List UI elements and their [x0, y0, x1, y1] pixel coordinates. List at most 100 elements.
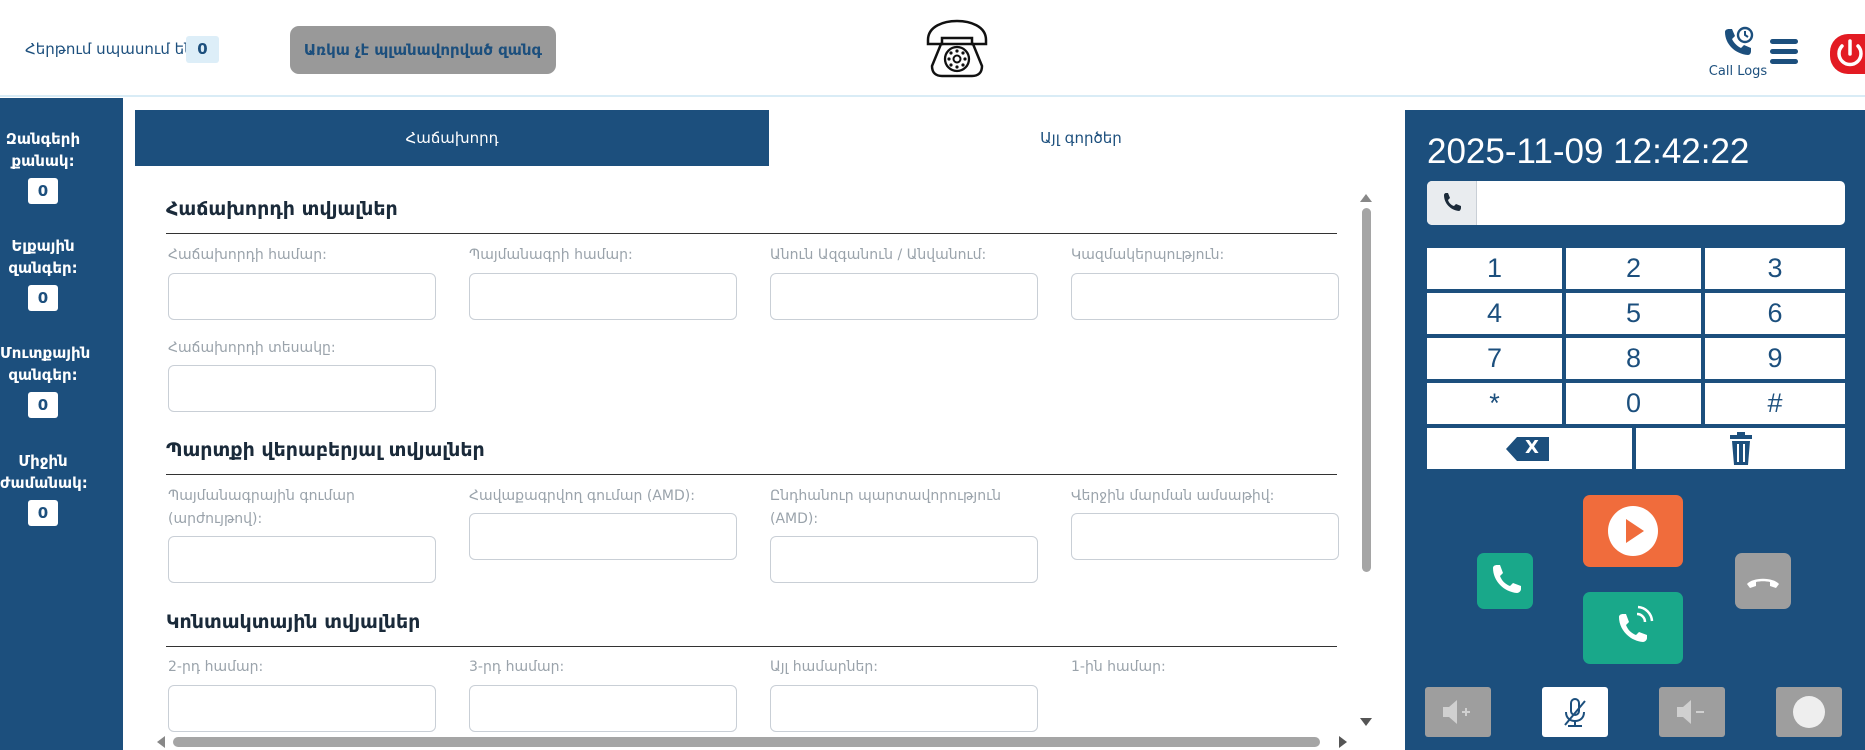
menu-icon[interactable]: [1770, 36, 1798, 68]
trash-icon: [1730, 432, 1752, 465]
tab-other-tasks[interactable]: Այլ գործեր: [769, 110, 1393, 166]
full-name-field[interactable]: [770, 273, 1038, 320]
key-star[interactable]: *: [1427, 383, 1562, 424]
volume-up-button[interactable]: [1425, 687, 1491, 737]
section-divider: [166, 474, 1337, 475]
contract-amount-label: Պայմանագրային գումար (արժույթով):: [168, 488, 355, 527]
contract-number-label: Պայմանագրի համար:: [469, 247, 633, 263]
stat-total-calls: Զանգերի քանակ: 0: [0, 128, 86, 204]
stat-incoming-calls: Մուտքային զանգեր: 0: [0, 342, 90, 418]
stat-label-line1: Ելքային: [11, 237, 75, 255]
stat-label-line1: Զանգերի: [5, 130, 81, 148]
mic-off-icon: [1564, 698, 1586, 727]
key-7[interactable]: 7: [1427, 338, 1562, 379]
third-number-field[interactable]: [469, 685, 737, 732]
section-divider: [166, 233, 1337, 234]
key-8[interactable]: 8: [1566, 338, 1701, 379]
scheduled-call-button[interactable]: Առկա չէ պլանավորված զանգ: [290, 26, 556, 74]
play-icon: [1608, 506, 1658, 556]
stat-outgoing-calls: Ելքային զանգեր: 0: [0, 235, 86, 311]
customer-number-label: Հաճախորդի համար:: [168, 247, 327, 263]
current-datetime: 2025-11-09 12:42:22: [1427, 132, 1750, 171]
collectible-amount-field[interactable]: [469, 513, 737, 560]
other-numbers-field[interactable]: [770, 685, 1038, 732]
section-title-customer: Հաճախորդի տվյալներ: [166, 198, 398, 220]
key-2[interactable]: 2: [1566, 248, 1701, 289]
vertical-scrollbar-thumb[interactable]: [1362, 208, 1371, 572]
key-0[interactable]: 0: [1566, 383, 1701, 424]
hangup-button[interactable]: [1735, 553, 1791, 609]
queue-label: Հերթում սպասում են:: [25, 40, 199, 58]
last-payment-date-field[interactable]: [1071, 513, 1339, 560]
record-button[interactable]: [1776, 687, 1842, 737]
record-icon: [1793, 696, 1825, 728]
phone-field-icon-box: [1427, 181, 1477, 225]
key-3[interactable]: 3: [1705, 248, 1845, 289]
call-logs-icon: [1725, 26, 1754, 55]
phone-number-field[interactable]: [1427, 181, 1845, 225]
tab-customer[interactable]: Հաճախորդ: [135, 110, 769, 166]
stat-count: 0: [28, 392, 58, 418]
customer-form: Հաճախորդի տվյալներ Հաճախորդի համար: Պայմ…: [135, 166, 1393, 750]
key-hash[interactable]: #: [1705, 383, 1845, 424]
total-liability-field[interactable]: [770, 536, 1038, 583]
total-liability-label: Ընդհանուր պարտավորություն (AMD):: [770, 488, 1002, 527]
dialer-panel: 2025-11-09 12:42:22 1 2 3 4 5 6 7 8 9 * …: [1405, 110, 1865, 750]
call-button[interactable]: [1477, 553, 1533, 609]
play-button[interactable]: [1583, 495, 1683, 567]
stat-count: 0: [28, 500, 58, 526]
scroll-right-arrow[interactable]: [1339, 736, 1347, 748]
stat-average-time: Միջին ժամանակ: 0: [0, 450, 88, 526]
scroll-left-arrow[interactable]: [157, 736, 165, 748]
stat-label-line1: Մուտքային: [0, 344, 91, 362]
volume-down-button[interactable]: [1659, 687, 1725, 737]
power-icon: [1837, 39, 1863, 67]
power-button[interactable]: [1830, 34, 1865, 74]
second-number-field[interactable]: [168, 685, 436, 732]
call-center-app: Հերթում սպասում են: 0 Առկա չէ պլանավորվա…: [0, 0, 1865, 750]
full-name-label: Անուն Ազգանուն / Անվանում:: [770, 247, 987, 263]
key-4[interactable]: 4: [1427, 293, 1562, 334]
phone-logo-icon: [926, 19, 988, 78]
scroll-down-arrow[interactable]: [1360, 718, 1372, 726]
customer-number-field[interactable]: [168, 273, 436, 320]
phone-icon: [1493, 565, 1521, 593]
organization-label: Կազմակերպություն:: [1071, 247, 1225, 263]
last-payment-date-label: Վերջին մարման ամսաթիվ:: [1071, 488, 1275, 504]
stat-count: 0: [28, 178, 58, 204]
mute-mic-button[interactable]: [1542, 687, 1608, 737]
scroll-up-arrow[interactable]: [1360, 194, 1372, 202]
volume-down-icon: [1677, 700, 1704, 724]
stat-label-line2: զանգեր:: [8, 259, 78, 277]
horizontal-scrollbar-thumb[interactable]: [173, 737, 1320, 747]
volume-up-icon: [1443, 700, 1470, 724]
queue-count-badge: 0: [186, 36, 219, 63]
key-5[interactable]: 5: [1566, 293, 1701, 334]
contract-number-field[interactable]: [469, 273, 737, 320]
stat-count: 0: [28, 285, 58, 311]
key-9[interactable]: 9: [1705, 338, 1845, 379]
contract-amount-field[interactable]: [168, 536, 436, 583]
top-bar: Հերթում սպասում են: 0 Առկա չէ պլանավորվա…: [0, 0, 1865, 97]
stat-label-line2: ժամանակ:: [0, 474, 88, 492]
stat-label-line1: Միջին: [18, 452, 68, 470]
first-number-label: 1-ին համար:: [1071, 659, 1166, 675]
section-title-debt: Պարտքի վերաբերյալ տվյալներ: [166, 439, 485, 461]
key-6[interactable]: 6: [1705, 293, 1845, 334]
section-divider: [166, 646, 1337, 647]
key-1[interactable]: 1: [1427, 248, 1562, 289]
collectible-amount-label: Հավաքագրվող գումար (AMD):: [469, 488, 695, 504]
phone-ringing-icon: [1619, 605, 1654, 642]
stats-sidebar: Զանգերի քանակ: 0 Ելքային զանգեր: 0 Մուտք…: [0, 98, 123, 750]
phone-icon: [1444, 193, 1461, 211]
third-number-label: 3-րդ համար:: [469, 659, 565, 675]
stat-label-line2: զանգեր:: [8, 366, 78, 384]
main-panel: Հաճախորդ Այլ գործեր Հաճախորդի տվյալներ Հ…: [135, 110, 1393, 750]
clear-button[interactable]: [1636, 428, 1845, 469]
customer-type-field[interactable]: [168, 365, 436, 412]
second-number-label: 2-րդ համար:: [168, 659, 264, 675]
backspace-button[interactable]: X: [1427, 428, 1632, 469]
organization-field[interactable]: [1071, 273, 1339, 320]
active-call-button[interactable]: [1583, 592, 1683, 664]
other-numbers-label: Այլ համարներ:: [770, 659, 879, 675]
